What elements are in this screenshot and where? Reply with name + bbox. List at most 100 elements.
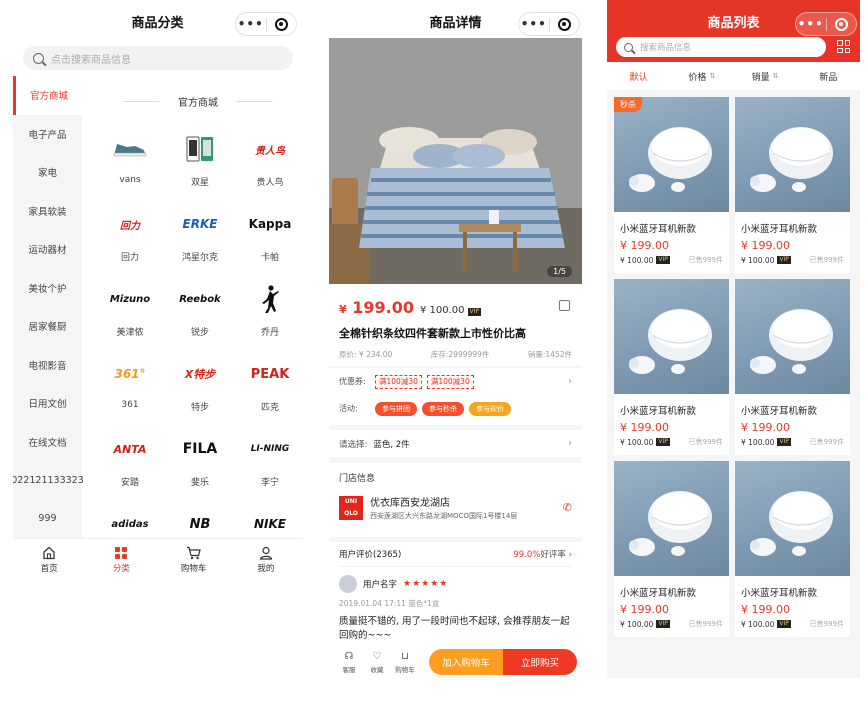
sidebar-item[interactable]: 日用文创 [13,384,82,423]
brand-item[interactable]: FILA 斐乐 [165,430,235,488]
share-icon[interactable] [559,300,570,311]
headset-icon: ☊ [344,650,354,662]
sidebar-item[interactable]: 官方商城 [13,76,82,115]
chevron-right-icon: › [568,438,572,449]
sidebar-item[interactable]: 999 [13,500,82,539]
vip-price: ¥ 100.00 [741,619,775,629]
product-card[interactable]: 小米蓝牙耳机新款 ¥ 199.00 ¥ 100.00 VIP 已售999件 [614,461,729,637]
product-name: 小米蓝牙耳机新款 [741,406,818,417]
peak-logo: PEAK [250,366,290,382]
service-button[interactable]: ☊ 客服 [335,651,363,674]
guirenniao-logo: 贵人鸟 [255,145,285,157]
product-card[interactable]: 小米蓝牙耳机新款 ¥ 199.00 ¥ 100.00 VIP 已售999件 [735,461,850,637]
close-miniapp-icon[interactable] [550,17,580,31]
brand-item[interactable]: 回力 回力 [95,205,165,264]
capsule-menu[interactable]: ••• [518,12,580,36]
spec-selector[interactable]: 请选择: 蓝色, 2件 › [329,430,582,457]
product-price: ¥ 199.00 [741,603,790,616]
brand-item[interactable]: X特步 特步 [165,355,235,413]
phone-icon[interactable]: ✆ [563,501,572,514]
tab-cart[interactable]: 购物车 [158,539,230,580]
review-section: 用户评价(2365) 99.0%好评率 › 用户名字 ★★★★★ 2019.01… [329,542,582,648]
brand-item[interactable]: 乔丹 [235,280,302,338]
brand-item[interactable]: Mizuno 美津侬 [95,280,165,339]
good-rate-value: 99.0% [513,550,541,560]
more-icon[interactable]: ••• [236,13,266,35]
brand-name: 特步 [190,403,209,413]
product-image: 秒杀 [614,97,729,212]
coupon-row[interactable]: 优惠券: 满100减30 满100减30 › [339,368,572,395]
brand-item[interactable]: Reebok 锐步 [165,280,235,339]
select-label: 请选择: [339,439,368,450]
product-card[interactable]: 小米蓝牙耳机新款 ¥ 199.00 ¥ 100.00 VIP 已售999件 [614,279,729,455]
buy-now-button[interactable]: 立即购买 [503,649,577,675]
tab-home[interactable]: 首页 [13,539,85,580]
sold-count: 已售999件 [809,438,844,446]
search-placeholder: 点击搜索商品信息 [51,54,131,66]
section-title: 官方商城 [123,94,273,109]
earbuds-photo [750,309,833,374]
brand-item[interactable]: ERKE 鸿星尔克 [165,205,235,263]
sidebar-item[interactable]: 家具软装 [13,192,82,231]
search-input[interactable]: 点击搜索商品信息 [23,46,293,70]
search-input[interactable]: 搜索商品信息 [616,37,826,57]
flash-sale-button[interactable]: 参与秒杀 [422,401,464,416]
sidebar-item[interactable]: 运动器材 [13,230,82,269]
brand-item[interactable]: 贵人鸟 贵人鸟 [235,130,302,189]
earbuds-photo [750,127,833,192]
brand-item[interactable]: PEAK 匹克 [235,355,302,414]
activity-row: 活动: 参与拼团 参与秒杀 参与砍价 [339,395,572,422]
sidebar-item[interactable]: 在线文档 [13,423,82,462]
sort-default[interactable]: 默认 [607,62,670,90]
more-icon[interactable]: ••• [796,13,826,35]
product-card[interactable]: 小米蓝牙耳机新款 ¥ 199.00 ¥ 100.00 VIP 已售999件 [735,279,850,455]
brand-name: 匹克 [260,403,279,413]
sidebar-item[interactable]: 电视影音 [13,346,82,385]
brand-item[interactable]: vans [95,130,165,188]
cart-button[interactable]: ⊔ 购物车 [391,651,419,674]
brand-item[interactable]: LI-NING 李宁 [235,430,302,488]
vip-badge: VIP [656,620,670,628]
review-header[interactable]: 用户评价(2365) 99.0%好评率 › [339,542,572,567]
brand-item[interactable]: 361° 361 [95,355,165,413]
close-miniapp-icon[interactable] [267,17,297,31]
sidebar-item[interactable]: 022121133323 [13,461,84,500]
coupon-tag[interactable]: 满100减30 [375,374,422,389]
product-card[interactable]: 小米蓝牙耳机新款 ¥ 199.00 ¥ 100.00 VIP 已售999件 [735,97,850,273]
product-card[interactable]: 秒杀 小米蓝牙耳机新款 ¥ 199.00 ¥ 100.00 VIP 已售999件 [614,97,729,273]
sidebar-item[interactable]: 家电 [13,153,82,192]
kappa-logo: Kappa [248,217,292,231]
vip-badge: VIP [777,438,791,446]
sort-label: 新品 [819,72,838,83]
product-image [735,279,850,394]
favorite-button[interactable]: ♡ 收藏 [363,651,391,674]
close-miniapp-icon[interactable] [827,17,857,31]
capsule-menu[interactable]: ••• [235,12,297,36]
sidebar-item[interactable]: 居家餐厨 [13,307,82,346]
group-buy-button[interactable]: 参与拼团 [375,401,417,416]
vip-price: ¥ 100.00 [741,255,775,265]
bargain-button[interactable]: 参与砍价 [469,401,511,416]
more-icon[interactable]: ••• [519,13,549,35]
grid-view-icon[interactable] [837,40,850,53]
add-to-cart-button[interactable]: 加入购物车 [429,649,503,675]
tab-mine[interactable]: 我的 [230,539,302,580]
flash-sale-badge: 秒杀 [614,97,642,112]
brand-item[interactable]: Kappa 卡帕 [235,205,302,263]
sort-new[interactable]: 新品 [797,62,860,90]
sidebar-item[interactable]: 美妆个护 [13,269,82,308]
brand-item[interactable]: 双星 [165,130,235,188]
capsule-menu[interactable]: ••• [795,12,857,36]
sidebar-item[interactable]: 电子产品 [13,115,82,154]
brand-name: vans [119,175,141,185]
product-meta: ¥ 100.00 VIP 已售999件 [620,619,723,629]
coupon-tag[interactable]: 满100减30 [426,374,474,389]
sort-price[interactable]: 价格 ⇅ [670,62,733,90]
sort-sales[interactable]: 销量 ⇅ [734,62,797,90]
brand-item[interactable]: ANTA 安踏 [95,430,165,489]
store-row[interactable]: UNI QLO 优衣库西安龙湖店 西安莲湖区大兴东路龙湖MOCO国际1号楼14层… [339,494,572,521]
sort-label: 价格 [688,72,707,83]
product-image-carousel[interactable]: 1/5 [329,38,582,284]
store-name: 优衣库西安龙湖店 [370,498,450,509]
tab-category[interactable]: 分类 [85,539,157,580]
